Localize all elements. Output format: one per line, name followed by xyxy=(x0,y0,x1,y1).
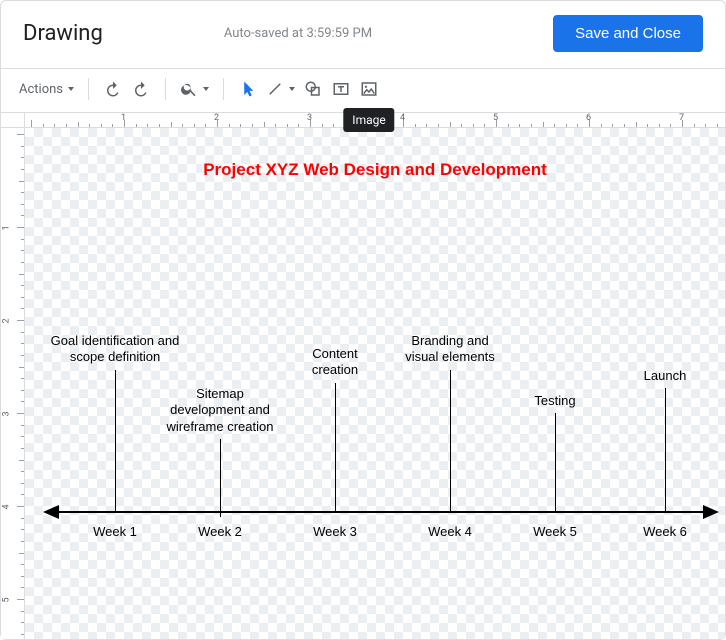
autosave-status: Auto-saved at 3:59:59 PM xyxy=(43,26,553,41)
workspace: 1 2 3 4 5 6 7 1 2 3 4 5 Project XYZ Web Design and… xyxy=(1,112,725,639)
textbox-tool[interactable] xyxy=(327,75,355,103)
toolbar: Actions xyxy=(1,69,725,109)
timeline-chart: Project XYZ Web Design and Development G… xyxy=(25,128,725,639)
week-label: Week 2 xyxy=(198,524,242,539)
caret-down-icon xyxy=(203,87,209,91)
ruler-number: 4 xyxy=(400,113,405,123)
separator xyxy=(165,78,166,100)
week-label: Week 4 xyxy=(428,524,472,539)
milestone-line xyxy=(220,439,221,517)
image-tooltip: Image xyxy=(343,108,394,132)
select-tool[interactable] xyxy=(234,75,262,103)
caret-down-icon xyxy=(289,87,295,91)
save-and-close-button[interactable]: Save and Close xyxy=(553,15,703,52)
shape-tool[interactable] xyxy=(299,75,327,103)
line-tool[interactable] xyxy=(262,75,299,103)
drawing-canvas[interactable]: Project XYZ Web Design and Development G… xyxy=(25,128,725,639)
ruler-number: 6 xyxy=(586,113,591,123)
milestone-label: Branding and visual elements xyxy=(375,333,525,366)
week-label: Week 5 xyxy=(533,524,577,539)
cursor-icon xyxy=(239,80,257,98)
separator xyxy=(88,78,89,100)
project-title: Project XYZ Web Design and Development xyxy=(25,160,725,180)
textbox-icon xyxy=(332,80,350,98)
ruler-number: 2 xyxy=(2,318,12,323)
undo-icon xyxy=(104,80,122,98)
week-label: Week 6 xyxy=(643,524,687,539)
redo-button[interactable] xyxy=(127,75,155,103)
drawing-dialog: Drawing Auto-saved at 3:59:59 PM Save an… xyxy=(0,0,726,640)
milestone-line xyxy=(450,370,451,513)
ruler-number: 1 xyxy=(2,225,12,230)
ruler-number: 4 xyxy=(2,504,12,509)
zoom-button[interactable] xyxy=(176,75,213,103)
milestone-line xyxy=(335,383,336,511)
milestone-line xyxy=(665,388,666,511)
vertical-ruler: 1 2 3 4 5 xyxy=(1,128,25,639)
shape-icon xyxy=(304,80,322,98)
week-label: Week 3 xyxy=(313,524,357,539)
redo-icon xyxy=(132,80,150,98)
milestone-line xyxy=(115,370,116,513)
ruler-number: 5 xyxy=(2,597,12,602)
milestone-label: Goal identification and scope definition xyxy=(40,333,190,366)
dialog-header: Drawing Auto-saved at 3:59:59 PM Save an… xyxy=(1,1,725,69)
undo-button[interactable] xyxy=(99,75,127,103)
milestone-line xyxy=(555,413,556,513)
ruler-number: 3 xyxy=(2,411,12,416)
milestone-label: Launch xyxy=(590,368,725,384)
ruler-number: 2 xyxy=(214,113,219,123)
ruler-number: 3 xyxy=(307,113,312,123)
ruler-number: 1 xyxy=(121,113,126,123)
milestone: Launch xyxy=(590,368,725,511)
ruler-number: 5 xyxy=(493,113,498,123)
ruler-number: 7 xyxy=(679,113,684,123)
actions-label: Actions xyxy=(19,82,63,97)
week-label: Week 1 xyxy=(93,524,137,539)
ruler-corner xyxy=(1,112,25,128)
separator xyxy=(223,78,224,100)
zoom-icon xyxy=(180,80,198,98)
actions-menu[interactable]: Actions xyxy=(15,75,78,103)
image-tool[interactable]: Image xyxy=(355,75,383,103)
image-icon xyxy=(360,80,378,98)
caret-down-icon xyxy=(68,87,74,91)
line-icon xyxy=(266,80,284,98)
